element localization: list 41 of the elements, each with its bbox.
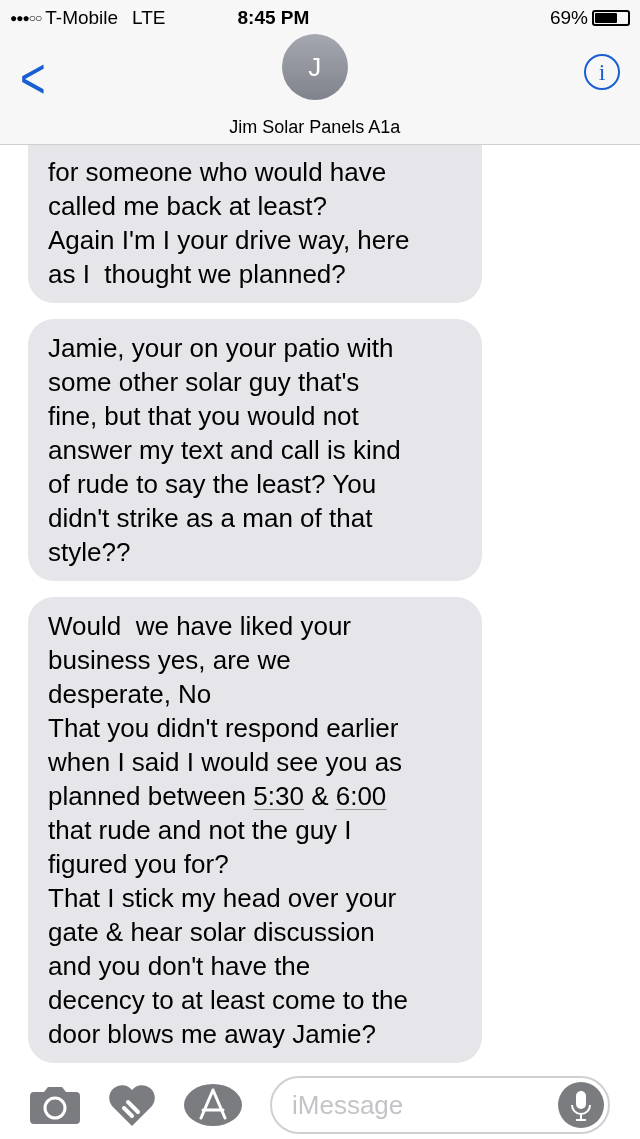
network-type: LTE [132,5,166,30]
message-input[interactable]: iMessage [270,1076,610,1134]
clock-time: 8:45 PM [237,5,310,30]
camera-icon[interactable] [30,1086,80,1124]
message-text: called me back at least? [48,191,327,221]
message-text: didn't strike as a man of that [48,503,373,533]
message-text: Again I'm I your drive way, here [48,225,410,255]
message-text: desperate, No [48,679,212,709]
info-button[interactable]: i [584,54,620,90]
time-link[interactable]: 5:30 [253,781,304,811]
contact-name[interactable]: Jim Solar Panels A1a [229,114,401,141]
app-store-icon[interactable] [184,1084,242,1126]
message-text: that rude and not the guy I [48,815,352,845]
message-text: That I stick my head over your [48,883,397,913]
heart-icon[interactable] [108,1084,156,1126]
message-text: Would we have liked your [48,611,351,641]
message-text: fine, but that you would not [48,401,359,431]
message-text: Jamie, your on your patio with [48,333,394,363]
message-text: decency to at least come to the [48,985,408,1015]
carrier-name: T-Mobile [45,5,119,30]
back-button[interactable]: < [20,49,46,107]
message-text: gate & hear solar discussion [48,917,375,947]
message-text: of rude to say the least? You [48,469,377,499]
message-text: answer my text and call is kind [48,435,401,465]
message-text: business yes, are we [48,645,291,675]
message-text: for someone who would have [48,157,387,187]
message-text: style?? [48,537,131,567]
signal-strength: ●●●○○ [10,10,42,27]
time-link[interactable]: 6:00 [335,781,387,811]
battery-percent: 69% [549,5,588,30]
message-text: figured you for? [48,849,229,879]
message-text: and you don't have the [48,951,311,981]
message-text: & [310,781,330,811]
microphone-icon[interactable] [558,1082,604,1128]
message-text: door blows me away Jamie? [48,1019,377,1049]
message-text: some other solar guy that's [48,367,360,397]
message-text: planned between [48,781,248,811]
message-text: as I thought we planned? [48,259,346,289]
battery-icon [592,10,630,26]
message-text: That you didn't respond earlier [48,713,399,743]
message-text: when I said I would see you as [48,747,403,777]
